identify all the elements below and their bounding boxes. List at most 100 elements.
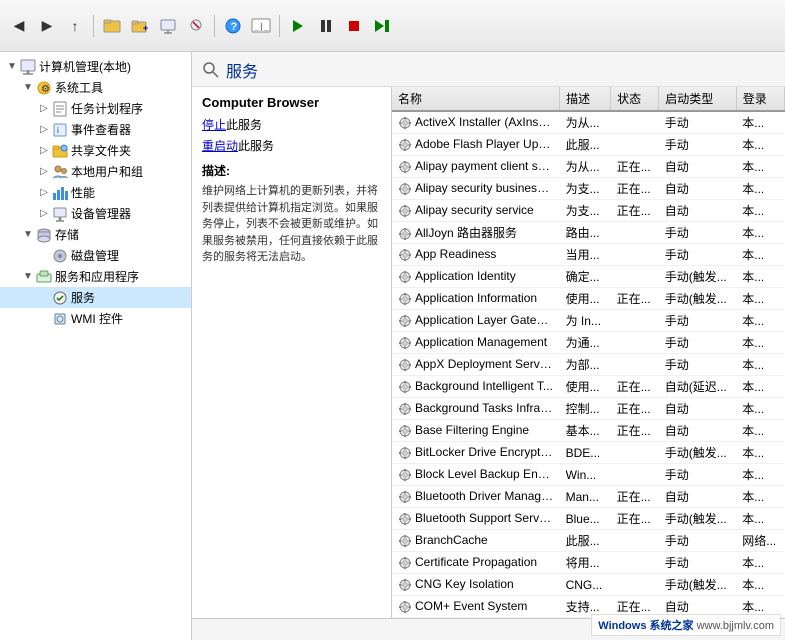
sidebar-item-storage[interactable]: ▼ 存储 [0, 224, 191, 245]
separator1 [93, 15, 94, 37]
table-row[interactable]: Block Level Backup Engi...Win...手动本... [392, 464, 785, 486]
service-login-cell: 本... [736, 508, 784, 530]
service-name-cell: Alipay payment client ser... [392, 156, 560, 178]
table-row[interactable]: Application Management为通...手动本... [392, 332, 785, 354]
col-desc[interactable]: 描述 [560, 87, 611, 111]
service-name-cell: Background Intelligent T... [392, 376, 560, 398]
table-row[interactable]: Bluetooth Support ServiceBlue...正在...手动(… [392, 508, 785, 530]
expand-arrow: ▼ [20, 82, 36, 93]
service-name-cell: Application Information [392, 288, 560, 310]
service-startup-cell: 自动(延迟... [659, 376, 737, 398]
gear-icon [398, 227, 412, 241]
service-name-cell: Alipay security service [392, 200, 560, 222]
back-button[interactable]: ◀ [6, 13, 32, 39]
table-row[interactable]: AllJoyn 路由器服务路由...手动本... [392, 222, 785, 244]
service-login-cell: 本... [736, 156, 784, 178]
table-row[interactable]: Certificate Propagation将用...手动本... [392, 552, 785, 574]
gear-icon [398, 138, 412, 152]
service-status-cell [611, 266, 659, 288]
service-name-cell: Background Tasks Infras... [392, 398, 560, 420]
table-row[interactable]: App Readiness当用...手动本... [392, 244, 785, 266]
expand-arrow: ▼ [4, 61, 20, 72]
stop-button[interactable] [341, 13, 367, 39]
disconnect-button[interactable] [183, 13, 209, 39]
col-startup[interactable]: 启动类型 [659, 87, 737, 111]
up-button[interactable]: ↑ [62, 13, 88, 39]
gear-icon [398, 424, 412, 438]
gear-icon [398, 160, 412, 174]
connect-button[interactable] [155, 13, 181, 39]
separator2 [214, 15, 215, 37]
service-desc-cell: 为支... [560, 200, 611, 222]
service-desc-cell: 将用... [560, 552, 611, 574]
help-button[interactable]: ? [220, 13, 246, 39]
col-name[interactable]: 名称 [392, 87, 560, 111]
service-login-cell: 本... [736, 574, 784, 596]
table-row[interactable]: Application Identity确定...手动(触发...本... [392, 266, 785, 288]
sidebar-item-event-viewer[interactable]: ▷ i 事件查看器 [0, 119, 191, 140]
restart-suffix: 此服务 [238, 139, 274, 153]
col-status[interactable]: 状态 [611, 87, 659, 111]
sidebar-item-tasks[interactable]: ▷ 任务计划程序 [0, 98, 191, 119]
table-row[interactable]: ActiveX Installer (AxInstSV)为从...手动本... [392, 111, 785, 134]
table-row[interactable]: Bluetooth Driver Manage...Man...正在...自动本… [392, 486, 785, 508]
toolbar: ◀ ▶ ↑ + ? _|_ [0, 0, 785, 52]
service-desc-cell: 为支... [560, 178, 611, 200]
table-row[interactable]: AppX Deployment Servic...为部...手动本... [392, 354, 785, 376]
table-row[interactable]: Alipay payment client ser...为从...正在...自动… [392, 156, 785, 178]
table-row[interactable]: Application Information使用...正在...手动(触发..… [392, 288, 785, 310]
stop-service-link[interactable]: 停止 [202, 118, 226, 132]
sidebar-item-perf[interactable]: ▷ 性能 [0, 182, 191, 203]
service-name-cell: Bluetooth Support Service [392, 508, 560, 530]
step-button[interactable] [369, 13, 395, 39]
service-name-cell: COM+ Event System [392, 596, 560, 618]
gear-icon [398, 556, 412, 570]
right-panel: 服务 Computer Browser 停止此服务 重启动此服务 描述: 维护网… [192, 52, 785, 640]
table-row[interactable]: BitLocker Drive Encryptio...BDE...手动(触发.… [392, 442, 785, 464]
service-login-cell: 本... [736, 178, 784, 200]
service-desc-cell: 为部... [560, 354, 611, 376]
service-status-cell [611, 134, 659, 156]
watermark: Windows 系统之家 www.bjjmlv.com [591, 614, 781, 636]
service-status-cell: 正在... [611, 486, 659, 508]
play-button[interactable] [285, 13, 311, 39]
col-login[interactable]: 登录 [736, 87, 784, 111]
service-startup-cell: 手动(触发... [659, 442, 737, 464]
forward-button[interactable]: ▶ [34, 13, 60, 39]
split-panel: Computer Browser 停止此服务 重启动此服务 描述: 维护网络上计… [192, 87, 785, 618]
sidebar-item-disk-mgr[interactable]: 磁盘管理 [0, 245, 191, 266]
table-row[interactable]: CNG Key IsolationCNG...手动(触发...本... [392, 574, 785, 596]
console-button[interactable]: _|_ [248, 13, 274, 39]
table-row[interactable]: Alipay security business s...为支...正在...自… [392, 178, 785, 200]
sidebar-item-sys-tools[interactable]: ▼ ⚙ 系统工具 [0, 77, 191, 98]
sidebar-item-svc-apps[interactable]: ▼ 服务和应用程序 [0, 266, 191, 287]
sidebar-item-root[interactable]: ▼ 计算机管理(本地) [0, 56, 191, 77]
table-row[interactable]: Application Layer Gatewa...为 In...手动本... [392, 310, 785, 332]
table-row[interactable]: Background Intelligent T...使用...正在...自动(… [392, 376, 785, 398]
service-startup-cell: 手动 [659, 222, 737, 244]
services-table-wrapper[interactable]: 名称 描述 状态 启动类型 登录 ActiveX Installer (AxIn… [392, 87, 785, 618]
table-row[interactable]: BranchCache此服...手动网络... [392, 530, 785, 552]
service-desc-cell: 使用... [560, 376, 611, 398]
table-row[interactable]: Base Filtering Engine基本...正在...自动本... [392, 420, 785, 442]
table-row[interactable]: Alipay security service为支...正在...自动本... [392, 200, 785, 222]
service-name-cell: Application Layer Gatewa... [392, 310, 560, 332]
new-folder-button[interactable]: + [127, 13, 153, 39]
sidebar-item-shared-folders[interactable]: ▷ 共享文件夹 [0, 140, 191, 161]
table-row[interactable]: Adobe Flash Player Upda...此服...手动本... [392, 134, 785, 156]
table-row[interactable]: Background Tasks Infras...控制...正在...自动本.… [392, 398, 785, 420]
sidebar-item-services[interactable]: 服务 [0, 287, 191, 308]
sidebar-item-local-users[interactable]: ▷ 本地用户和组 [0, 161, 191, 182]
sidebar-root-label: 计算机管理(本地) [39, 58, 131, 75]
folder-button[interactable] [99, 13, 125, 39]
sidebar-item-device-mgr[interactable]: ▷ 设备管理器 [0, 203, 191, 224]
service-status-cell [611, 354, 659, 376]
gear-icon [398, 490, 412, 504]
sidebar-item-wmi[interactable]: WMI 控件 [0, 308, 191, 329]
service-login-cell: 本... [736, 376, 784, 398]
restart-service-link[interactable]: 重启动 [202, 139, 238, 153]
gear-icon [398, 270, 412, 284]
gear-icon [398, 380, 412, 394]
pause-button[interactable] [313, 13, 339, 39]
service-startup-cell: 手动 [659, 111, 737, 134]
